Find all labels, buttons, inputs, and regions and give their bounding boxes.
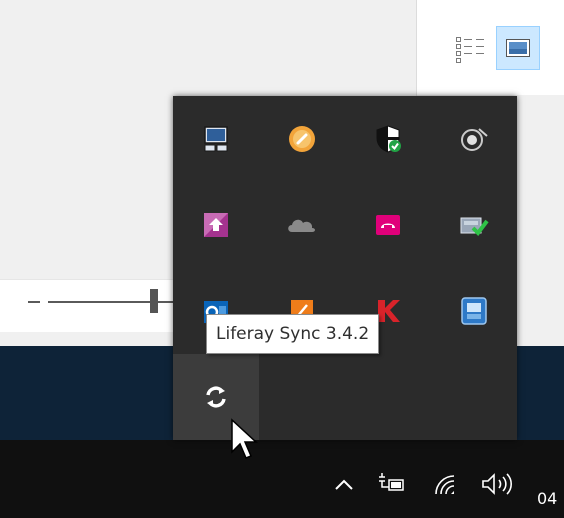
volume-tray-button[interactable] [478,468,518,500]
tray-icon-onedrive[interactable] [259,182,345,268]
touchpad-monitor-icon [204,126,228,152]
zoom-slider-track[interactable] [48,301,180,303]
green-check-card-icon [460,217,489,237]
picture-frame-icon [506,39,530,57]
tray-icon-touchpad[interactable] [173,96,259,182]
details-list-icon [456,37,484,63]
mouse-cursor-icon [231,418,258,459]
zoom-slider-thumb[interactable] [150,289,158,313]
chevron-up-icon [335,479,353,490]
purple-upload-icon [204,213,228,237]
view-toolbar [417,0,564,95]
battery-plug-icon [379,473,404,491]
speaker-icon [461,128,488,151]
volume-icon [482,473,512,495]
orange-disc-icon [289,126,315,152]
show-hidden-icons-button[interactable] [330,468,358,500]
tray-icon-purple-upload[interactable] [173,182,259,268]
taskbar-clock[interactable]: 04 [537,489,557,508]
tray-icon-blue-network[interactable] [431,268,517,354]
blue-network-icon [461,297,487,325]
wifi-icon [435,475,455,495]
liferay-sync-icon [206,386,226,408]
onedrive-cloud-icon [288,219,315,232]
zoom-out-icon[interactable] [28,301,40,303]
power-tray-button[interactable] [374,468,408,500]
tray-icon-security[interactable] [345,96,431,182]
large-icons-view-button[interactable] [496,26,540,70]
details-view-button[interactable] [446,27,490,71]
tray-icon-check-card[interactable] [431,182,517,268]
pink-phone-icon [376,215,400,235]
tray-icon-pink-phone[interactable] [345,182,431,268]
tray-icon-speaker[interactable] [431,96,517,182]
tray-overflow-flyout [173,96,517,440]
network-tray-button[interactable] [430,468,462,500]
security-shield-check-icon [376,125,401,153]
tray-icon-orange-disc[interactable] [259,96,345,182]
liferay-sync-tooltip: Liferay Sync 3.4.2 [206,314,380,354]
